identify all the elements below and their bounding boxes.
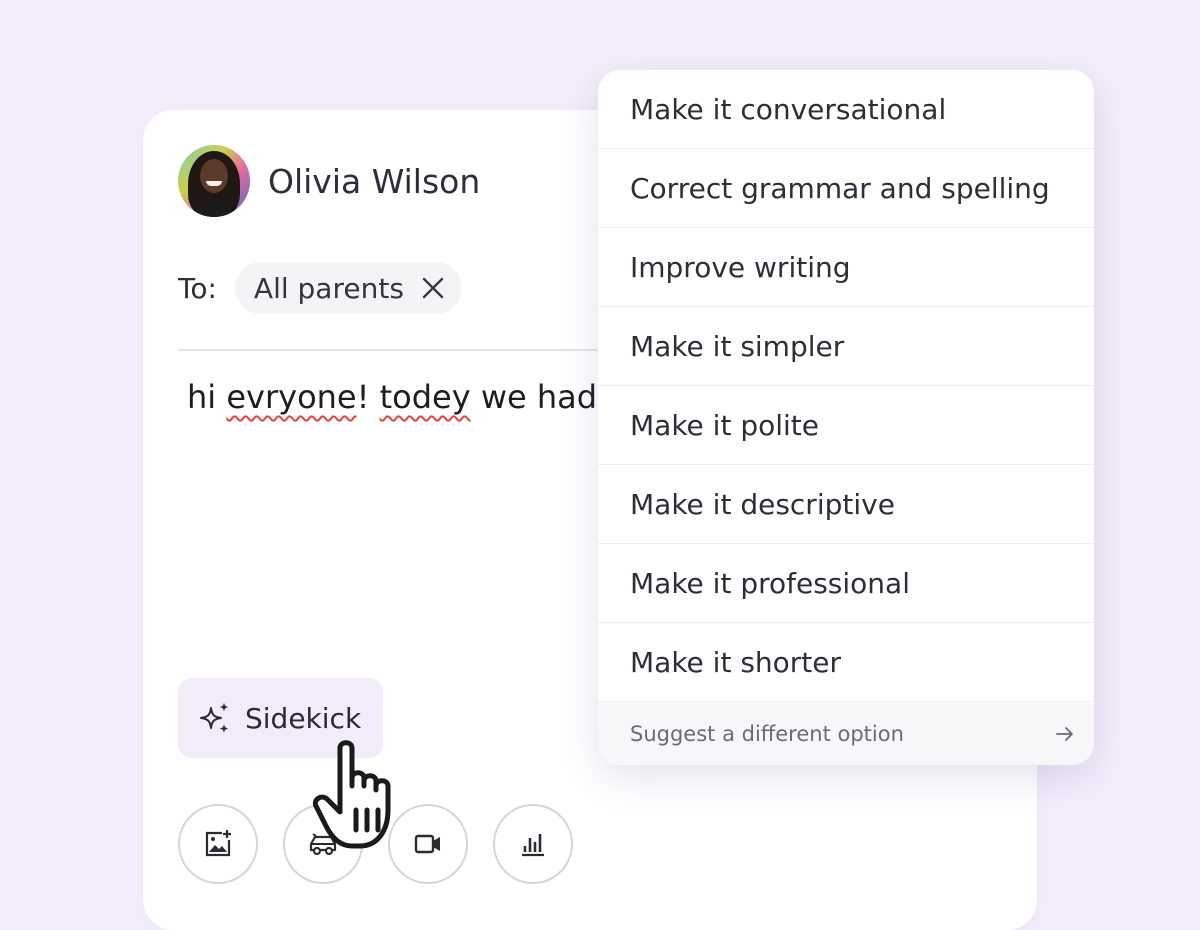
misspelled-word[interactable]: evryone (226, 378, 356, 416)
menu-item-descriptive[interactable]: Make it descriptive (598, 465, 1094, 544)
misspelled-word[interactable]: todey (380, 378, 471, 416)
recipient-chip-label: All parents (253, 271, 404, 305)
sender-name: Olivia Wilson (268, 161, 481, 201)
menu-item-improve-writing[interactable]: Improve writing (598, 228, 1094, 307)
to-label: To: (178, 271, 217, 305)
bar-chart-icon (522, 834, 544, 857)
arrow-right-icon (1056, 727, 1073, 741)
message-word: we had (470, 378, 598, 416)
add-image-button[interactable] (178, 804, 258, 884)
menu-item-professional[interactable]: Make it professional (598, 544, 1094, 623)
suggest-option-label: Suggest a different option (630, 722, 904, 746)
recipient-chip[interactable]: All parents (234, 262, 462, 314)
sidekick-menu: Make it conversational Correct grammar a… (598, 70, 1094, 765)
poll-button[interactable] (493, 804, 573, 884)
sender: Olivia Wilson (178, 145, 480, 217)
hand-pointer-icon (312, 740, 391, 849)
sparkle-icon (200, 702, 229, 733)
close-icon[interactable] (420, 275, 446, 301)
menu-item-conversational[interactable]: Make it conversational (598, 70, 1094, 149)
recipient-row: To: All parents (178, 262, 462, 314)
message-input[interactable]: hi evryone! todey we had (187, 378, 597, 416)
image-add-icon (205, 830, 231, 857)
menu-item-simpler[interactable]: Make it simpler (598, 307, 1094, 386)
menu-item-polite[interactable]: Make it polite (598, 386, 1094, 465)
sidekick-label: Sidekick (245, 701, 362, 735)
message-word: ! (356, 378, 380, 416)
menu-item-grammar-spelling[interactable]: Correct grammar and spelling (598, 149, 1094, 228)
message-word: hi (187, 378, 227, 416)
suggest-option-button[interactable]: Suggest a different option (598, 703, 1094, 765)
menu-item-shorter[interactable]: Make it shorter (598, 623, 1094, 702)
avatar (178, 145, 250, 217)
